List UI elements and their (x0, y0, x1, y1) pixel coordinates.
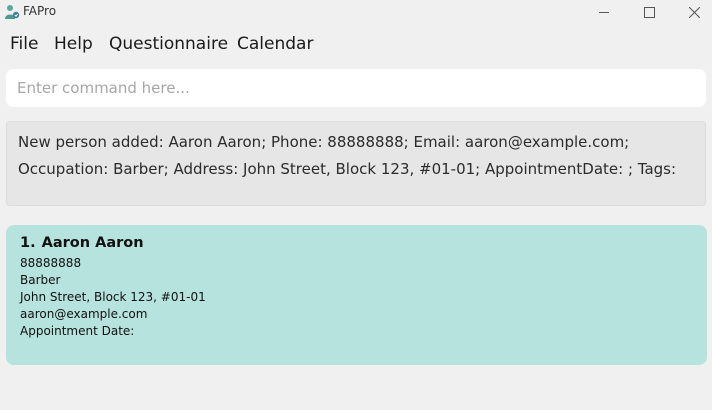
result-line: New person added: Aaron Aaron; Phone: 88… (18, 133, 630, 151)
person-card[interactable]: 1. Aaron Aaron 88888888 Barber John Stree… (6, 225, 707, 365)
person-email: aaron@example.com (20, 307, 148, 321)
title-bar: FAPro (0, 0, 712, 24)
command-box (6, 69, 706, 107)
menu-help[interactable]: Help (54, 34, 93, 54)
maximize-button[interactable] (626, 0, 672, 24)
command-input[interactable] (6, 69, 706, 107)
minimize-button[interactable] (581, 0, 627, 24)
menu-calendar[interactable]: Calendar (237, 34, 313, 54)
result-display: New person added: Aaron Aaron; Phone: 88… (6, 121, 706, 206)
person-card-header: 1. Aaron Aaron (20, 233, 707, 253)
window-title: FAPro (23, 4, 57, 18)
maximize-icon (643, 6, 655, 18)
menu-questionnaire[interactable]: Questionnaire (109, 34, 228, 54)
menu-bar: File Help Questionnaire Calendar (0, 24, 712, 66)
person-phone: 88888888 (20, 256, 82, 270)
person-address: John Street, Block 123, #01-01 (20, 290, 206, 304)
close-icon (688, 6, 700, 18)
person-occupation: Barber (20, 273, 61, 287)
menu-file[interactable]: File (10, 34, 38, 54)
person-icon (4, 4, 20, 20)
person-name: Aaron Aaron (41, 235, 144, 251)
person-index: 1. (20, 235, 36, 251)
person-appointment: Appointment Date: (20, 323, 707, 340)
minimize-icon (598, 7, 610, 18)
close-button[interactable] (671, 0, 712, 24)
result-line: Occupation: Barber; Address: John Street… (18, 160, 677, 178)
appointment-label: Appointment Date: (20, 324, 135, 338)
